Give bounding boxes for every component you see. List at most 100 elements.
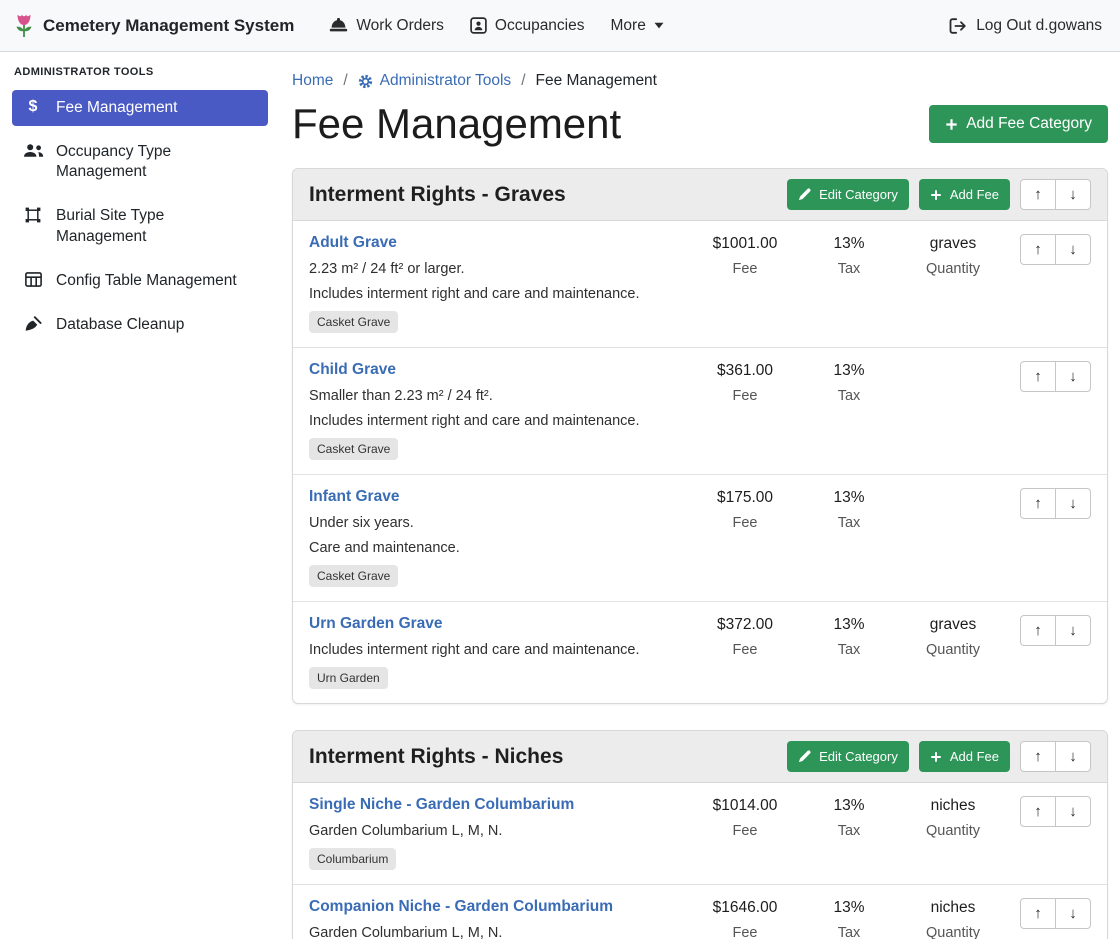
fee-row: Infant Grave Under six years. Care and m… [293, 474, 1107, 601]
fee-name-link[interactable]: Infant Grave [309, 488, 399, 506]
move-fee-up-button[interactable]: ↑ [1020, 234, 1056, 265]
tax-col: 13% Tax [797, 361, 901, 460]
tax-label: Tax [797, 823, 901, 839]
fee-amount: $372.00 [693, 616, 797, 634]
nav-item-work-orders[interactable]: Work Orders [316, 9, 457, 43]
edit-category-label: Edit Category [819, 187, 898, 202]
fee-description: Includes interment right and care and ma… [309, 286, 683, 302]
fee-amount: $1014.00 [693, 797, 797, 815]
move-category-down-button[interactable]: ↓ [1055, 179, 1091, 210]
app-brand: Cemetery Management System [14, 12, 294, 39]
breadcrumb-admin-tools-link[interactable]: Administrator Tools [358, 72, 512, 90]
fee-reorder-buttons: ↑ ↓ [1005, 796, 1091, 870]
tax-label: Tax [797, 261, 901, 277]
fee-info: Companion Niche - Garden Columbarium Gar… [309, 898, 693, 939]
fee-description: Care and maintenance. [309, 540, 683, 556]
page-title: Fee Management [292, 100, 621, 148]
nav-links: Work Orders Occupancies More [316, 9, 677, 43]
tax-value: 13% [797, 489, 901, 507]
sidebar-item-occupancy-type-management[interactable]: Occupancy Type Management [12, 134, 268, 190]
vector-frame-icon [22, 207, 44, 223]
move-fee-down-button[interactable]: ↓ [1055, 488, 1091, 519]
move-fee-up-button[interactable]: ↑ [1020, 488, 1056, 519]
move-category-up-button[interactable]: ↑ [1020, 179, 1056, 210]
fee-type-badge: Casket Grave [309, 311, 398, 333]
add-fee-category-button[interactable]: Add Fee Category [929, 105, 1108, 143]
tax-value: 13% [797, 616, 901, 634]
tax-col: 13% Tax [797, 796, 901, 870]
tax-label: Tax [797, 515, 901, 531]
move-fee-up-button[interactable]: ↑ [1020, 898, 1056, 929]
tax-label: Tax [797, 925, 901, 939]
fee-amount-col: $1014.00 Fee [693, 796, 797, 870]
quantity-col: graves Quantity [901, 234, 1005, 333]
logout-label: Log Out d.gowans [976, 17, 1102, 35]
move-fee-up-button[interactable]: ↑ [1020, 615, 1056, 646]
move-fee-down-button[interactable]: ↓ [1055, 898, 1091, 929]
fee-amount: $175.00 [693, 489, 797, 507]
plus-icon [930, 751, 942, 763]
fee-name-link[interactable]: Urn Garden Grave [309, 615, 443, 633]
fee-info: Single Niche - Garden Columbarium Garden… [309, 796, 693, 870]
fee-info: Child Grave Smaller than 2.23 m² / 24 ft… [309, 361, 693, 460]
fee-amount-label: Fee [693, 515, 797, 531]
sidebar-item-config-table-management[interactable]: Config Table Management [12, 263, 268, 299]
move-fee-down-button[interactable]: ↓ [1055, 615, 1091, 646]
fee-amount-col: $361.00 Fee [693, 361, 797, 460]
sidebar-item-fee-management[interactable]: $ Fee Management [12, 90, 268, 126]
category-card-graves: Interment Rights - Graves Edit Category … [292, 168, 1108, 704]
fee-reorder-buttons: ↑ ↓ [1005, 488, 1091, 587]
quantity-unit: graves [901, 616, 1005, 634]
fee-name-link[interactable]: Companion Niche - Garden Columbarium [309, 898, 613, 916]
quantity-col: niches Quantity [901, 898, 1005, 939]
tax-value: 13% [797, 362, 901, 380]
breadcrumb-separator: / [343, 72, 347, 90]
quantity-unit: niches [901, 797, 1005, 815]
tax-col: 13% Tax [797, 898, 901, 939]
category-header: Interment Rights - Graves Edit Category … [293, 169, 1107, 221]
move-fee-up-button[interactable]: ↑ [1020, 361, 1056, 392]
fee-info: Infant Grave Under six years. Care and m… [309, 488, 693, 587]
fee-name-link[interactable]: Adult Grave [309, 234, 397, 252]
edit-category-button[interactable]: Edit Category [787, 741, 909, 772]
move-fee-down-button[interactable]: ↓ [1055, 234, 1091, 265]
nav-item-occupancies[interactable]: Occupancies [457, 9, 598, 43]
add-fee-button[interactable]: Add Fee [919, 741, 1010, 772]
logout-button[interactable]: Log Out d.gowans [949, 17, 1102, 35]
nav-label: Work Orders [356, 17, 444, 35]
fee-amount: $1001.00 [693, 235, 797, 253]
arrow-group: ↑ ↓ [1020, 615, 1091, 646]
app-title: Cemetery Management System [43, 16, 294, 36]
edit-category-button[interactable]: Edit Category [787, 179, 909, 210]
quantity-label: Quantity [901, 261, 1005, 277]
sidebar-section-header: ADMINISTRATOR TOOLS [14, 66, 266, 78]
move-fee-up-button[interactable]: ↑ [1020, 796, 1056, 827]
nav-item-more[interactable]: More [598, 9, 677, 43]
tax-label: Tax [797, 642, 901, 658]
fee-amount-label: Fee [693, 388, 797, 404]
breadcrumb-home-link[interactable]: Home [292, 72, 333, 90]
move-fee-down-button[interactable]: ↓ [1055, 361, 1091, 392]
sidebar: ADMINISTRATOR TOOLS $ Fee Management Occ… [0, 52, 280, 939]
move-category-up-button[interactable]: ↑ [1020, 741, 1056, 772]
hard-hat-icon [329, 17, 348, 34]
top-navbar: Cemetery Management System Work Orders O… [0, 0, 1120, 52]
fee-amount: $361.00 [693, 362, 797, 380]
sidebar-item-database-cleanup[interactable]: Database Cleanup [12, 307, 268, 343]
gear-icon [358, 74, 373, 89]
fee-name-link[interactable]: Child Grave [309, 361, 396, 379]
arrow-group: ↑ ↓ [1020, 796, 1091, 827]
add-fee-button[interactable]: Add Fee [919, 179, 1010, 210]
main-content: Home / Administrator Tools / Fee Managem… [280, 52, 1120, 939]
tax-col: 13% Tax [797, 234, 901, 333]
quantity-unit [901, 362, 1005, 380]
fee-name-link[interactable]: Single Niche - Garden Columbarium [309, 796, 574, 814]
fee-amount-label: Fee [693, 642, 797, 658]
fee-amount-col: $175.00 Fee [693, 488, 797, 587]
plus-icon [930, 189, 942, 201]
move-category-down-button[interactable]: ↓ [1055, 741, 1091, 772]
fee-description: Includes interment right and care and ma… [309, 642, 683, 658]
sidebar-item-burial-site-type-management[interactable]: Burial Site Type Management [12, 198, 268, 254]
move-fee-down-button[interactable]: ↓ [1055, 796, 1091, 827]
arrow-group: ↑ ↓ [1020, 361, 1091, 392]
